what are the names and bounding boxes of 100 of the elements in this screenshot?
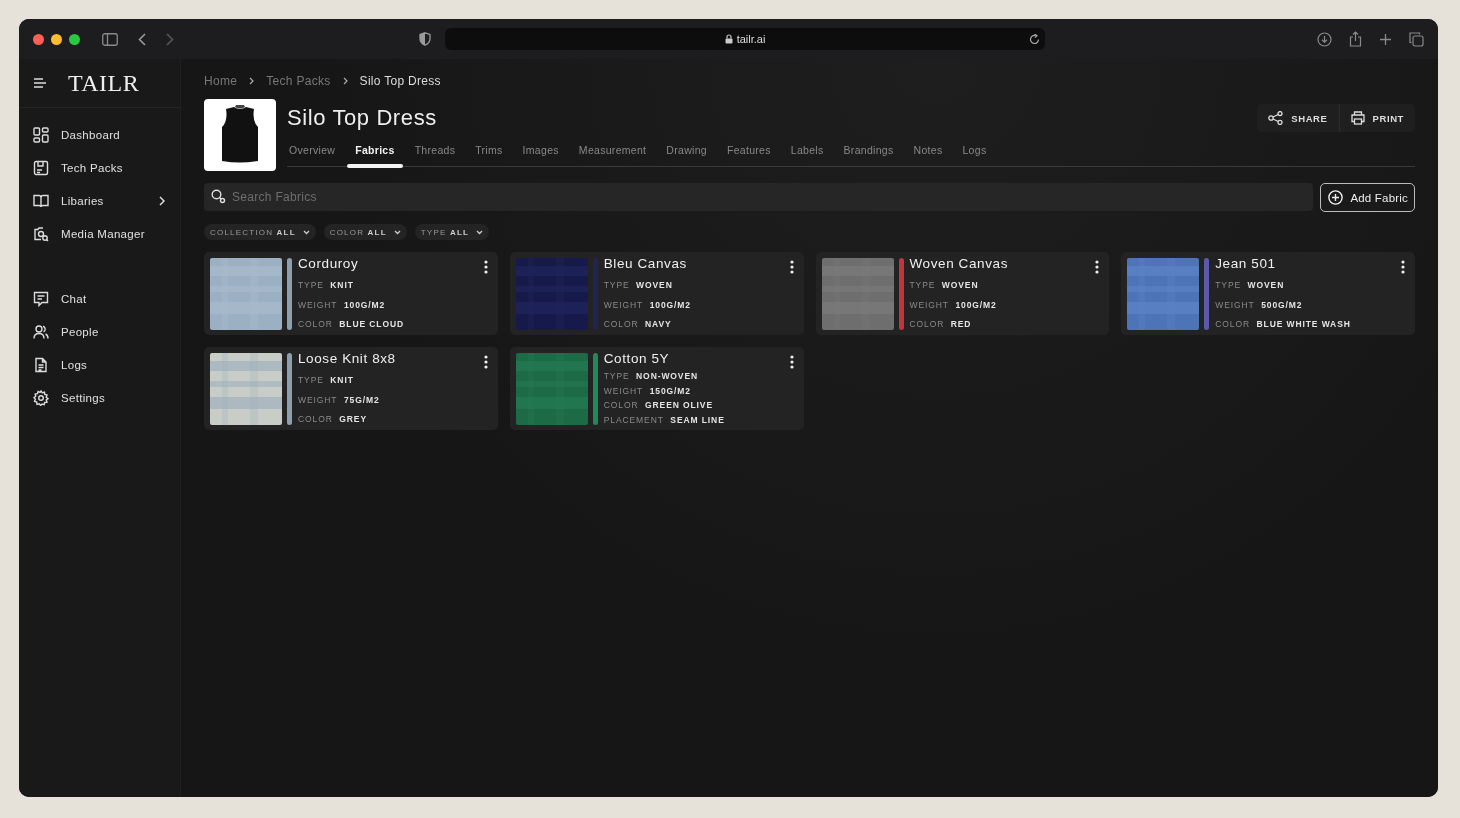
fabric-card[interactable]: Loose Knit 8x8 TYPE KNIT WEIGHT 75G/M2 COLOR GREY	[204, 347, 498, 430]
search-icon	[211, 189, 226, 204]
shield-icon[interactable]	[419, 32, 431, 46]
share-button[interactable]: SHARE	[1257, 104, 1339, 132]
fabric-card[interactable]: Bleu Canvas TYPE WOVEN WEIGHT 100G/M2 COLOR NAVY	[509, 252, 804, 335]
close-button[interactable]	[33, 33, 44, 45]
sidebar-item[interactable]: Tech Packs	[19, 151, 180, 184]
filter-dropdown[interactable]: COLLECTION ALL	[204, 224, 316, 240]
fabric-attribute: WEIGHT 75G/M2	[298, 394, 381, 405]
chevron-down-icon	[476, 229, 484, 235]
more-options-icon[interactable]	[1401, 260, 1405, 274]
breadcrumb-chevron-icon	[342, 77, 348, 85]
fabric-attribute: TYPE NON-WOVEN	[603, 371, 700, 381]
fabric-attribute: TYPE WOVEN	[603, 280, 674, 291]
sidebar-item[interactable]: Chat	[19, 282, 180, 315]
tab[interactable]: Images	[512, 140, 569, 166]
document-icon	[33, 356, 49, 373]
sidebar-item[interactable]: People	[19, 315, 180, 348]
tab[interactable]: Labels	[780, 140, 834, 166]
breadcrumb-chevron-icon	[249, 77, 255, 85]
tab[interactable]: Fabrics	[345, 140, 405, 166]
fabric-card[interactable]: Jean 501 TYPE WOVEN WEIGHT 500G/M2 COLOR BLUE WHITE WASH	[1121, 252, 1415, 335]
tab[interactable]: Logs	[952, 140, 997, 166]
sidebar-item[interactable]: Dashboard	[19, 118, 180, 151]
logo[interactable]: TAILR	[68, 69, 140, 97]
minimize-button[interactable]	[51, 33, 62, 45]
fabric-attribute: COLOR GREY	[298, 414, 368, 425]
product-title: Silo Top Dress	[287, 105, 437, 131]
fabric-attribute: WEIGHT 100G/M2	[909, 299, 998, 310]
tab[interactable]: Drawing	[656, 140, 717, 166]
printer-icon	[1350, 111, 1365, 125]
fabric-attribute: TYPE KNIT	[298, 280, 355, 291]
sidebar-toggle-icon[interactable]	[102, 32, 118, 46]
plus-circle-icon	[1328, 190, 1344, 205]
fabric-attribute: COLOR GREEN OLIVE	[603, 400, 714, 410]
share-icon[interactable]	[1349, 31, 1362, 47]
more-options-icon[interactable]	[1095, 260, 1100, 274]
fabric-card[interactable]: Woven Canvas TYPE WOVEN WEIGHT 100G/M2 COLOR RED	[815, 252, 1110, 335]
fabric-name: Loose Knit 8x8	[298, 350, 396, 366]
fabric-attribute: COLOR BLUE CLOUD	[298, 319, 404, 330]
fabric-card[interactable]: Corduroy TYPE KNIT WEIGHT 100G/M2 COLOR BLUE CLOUD	[204, 252, 498, 335]
people-icon	[33, 323, 49, 340]
filter-dropdown[interactable]: TYPE ALL	[414, 224, 490, 240]
tab[interactable]: Brandings	[833, 140, 904, 166]
download-icon[interactable]	[1317, 31, 1332, 47]
image-search-icon	[33, 225, 49, 242]
book-icon	[33, 192, 49, 209]
breadcrumb-link[interactable]: Tech Packs	[266, 74, 331, 88]
fabric-card[interactable]: Cotton 5Y TYPE NON-WOVEN WEIGHT 150G/M2 COLOR GREEN OLIVE PLACEMENT SEAM LINE	[509, 347, 804, 430]
tabs-overview-icon[interactable]	[1409, 31, 1424, 47]
settings-icon	[33, 389, 49, 406]
fabric-attribute: WEIGHT 500G/M2	[1215, 299, 1304, 310]
sidebar-item[interactable]: Settings	[19, 381, 180, 414]
tab[interactable]: Trims	[465, 140, 513, 166]
breadcrumb-link[interactable]: Silo Top Dress	[359, 74, 441, 88]
lock-icon	[724, 34, 733, 44]
tab[interactable]: Overview	[287, 140, 346, 166]
fabric-attribute: WEIGHT 100G/M2	[603, 299, 691, 310]
reload-icon[interactable]	[1029, 34, 1040, 45]
sidebar-item[interactable]: Logs	[19, 348, 180, 381]
fabric-name: Corduroy	[298, 255, 360, 271]
fabric-attribute: COLOR BLUE WHITE WASH	[1215, 319, 1351, 330]
sidebar-item[interactable]: Libaries	[19, 184, 180, 217]
fabric-name: Bleu Canvas	[603, 255, 688, 271]
breadcrumb-link[interactable]: Home	[204, 74, 238, 88]
fabric-attribute: TYPE KNIT	[298, 375, 355, 386]
tab[interactable]: Measurement	[568, 140, 657, 166]
new-tab-icon[interactable]	[1379, 32, 1392, 46]
fabric-attribute: PLACEMENT SEAM LINE	[603, 414, 725, 425]
tab[interactable]: Threads	[404, 140, 466, 166]
fabric-name: Woven Canvas	[909, 255, 1008, 271]
url-text: tailr.ai	[736, 33, 766, 45]
fabric-attribute: TYPE WOVEN	[1215, 280, 1286, 291]
tab[interactable]: Notes	[903, 140, 953, 166]
add-fabric-button[interactable]: Add Fabric	[1320, 183, 1415, 212]
fabric-name: Jean 501	[1215, 255, 1277, 271]
back-icon[interactable]	[138, 32, 146, 46]
zoom-button[interactable]	[69, 33, 80, 45]
sidebar-item[interactable]: Media Manager	[19, 217, 180, 250]
more-options-icon[interactable]	[789, 355, 794, 369]
more-options-icon[interactable]	[789, 260, 794, 274]
chevron-down-icon	[302, 229, 310, 235]
more-options-icon[interactable]	[483, 355, 488, 369]
menu-icon[interactable]	[34, 78, 46, 88]
fabric-attribute: TYPE WOVEN	[909, 280, 980, 291]
fabric-attribute: COLOR NAVY	[603, 319, 673, 330]
search-field[interactable]: Search Fabrics	[204, 183, 1314, 211]
more-options-icon[interactable]	[483, 260, 488, 274]
clipboard-icon	[33, 159, 49, 176]
chat-icon	[33, 290, 49, 307]
fabric-attribute: COLOR RED	[909, 319, 973, 330]
share-icon	[1268, 111, 1284, 125]
fabric-attribute: WEIGHT 100G/M2	[298, 299, 387, 310]
address-bar[interactable]: tailr.ai	[445, 28, 1045, 50]
tab[interactable]: Features	[716, 140, 781, 166]
fabric-attribute: WEIGHT 150G/M2	[603, 385, 692, 396]
print-button[interactable]: PRINT	[1339, 104, 1415, 132]
filter-dropdown[interactable]: COLOR ALL	[323, 224, 407, 240]
chevron-down-icon	[393, 229, 401, 235]
dashboard-icon	[33, 126, 49, 143]
